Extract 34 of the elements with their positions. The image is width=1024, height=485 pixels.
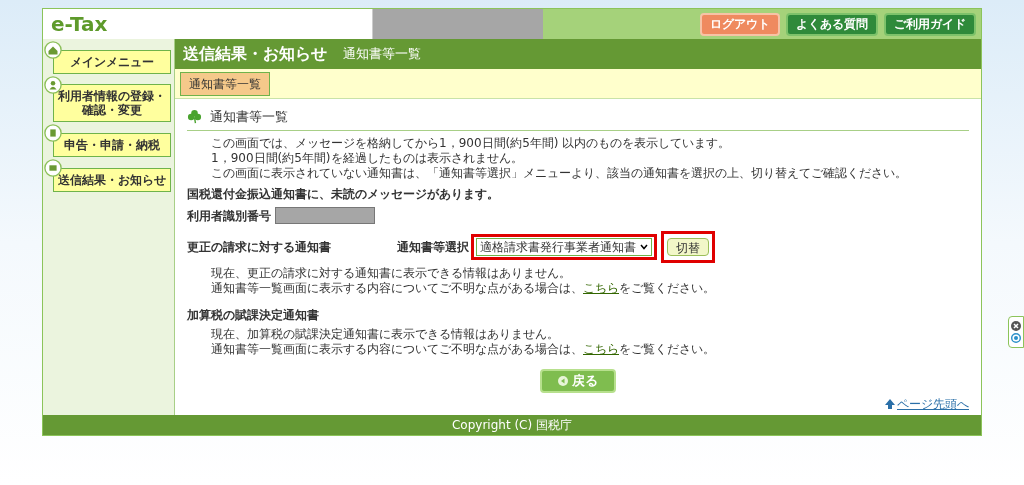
info-text: 現在、更正の請求に対する通知書に表示できる情報はありません。 [211, 265, 572, 281]
help-text: 通知書等一覧画面に表示する内容についてご不明な点がある場合は、こちら をご覧ください。 [211, 280, 716, 296]
section-heading: 通知書等一覧 [210, 108, 288, 126]
field-label: 利用者識別番号 [187, 207, 271, 225]
tab[interactable]: 通知書等一覧 [180, 71, 270, 96]
info-text: 現在、加算税の賦課決定通知書に表示できる情報はありません。 [211, 326, 560, 342]
intro-text: この画面では、メッセージを格納してから1，900日間(約5年間) 以内のものを表示しています。 [211, 135, 732, 151]
help-link[interactable]: こちら [583, 341, 619, 356]
up-arrow-icon [885, 398, 895, 409]
sidebar-button[interactable]: 申告・申請・納税 [53, 133, 171, 157]
group-title: 加算税の賦課決定通知書 [187, 306, 320, 324]
sidebar-button[interactable]: 送信結果・お知らせ [53, 168, 171, 192]
chevron-icon [640, 243, 648, 250]
switch-button[interactable]: 切替 [667, 237, 709, 256]
back-arrow-icon [558, 375, 568, 386]
nav-button[interactable]: ご利用ガイド [884, 12, 976, 36]
nav-button[interactable]: よくある質問 [786, 12, 878, 36]
clover-icon [187, 109, 202, 125]
footer: Copyright (C) 国税庁 [43, 414, 981, 435]
help-link[interactable]: こちら [583, 280, 619, 295]
page-top-link[interactable]: ページ先頭へ [897, 394, 969, 413]
close-icon[interactable] [1011, 321, 1021, 331]
notice-text: 国税還付金振込通知書に、未読のメッセージがあります。 [187, 185, 500, 203]
intro-text: 1，900日間(約5年間)を経過したものは表示されません。 [211, 150, 524, 166]
sidebar-button[interactable]: 利用者情報の登録・確認・変更 [53, 84, 171, 122]
help-text: 通知書等一覧画面に表示する内容についてご不明な点がある場合は、こちら をご覧ください。 [211, 341, 716, 357]
intro-text: この画面に表示されていない通知書は、「通知書等選択」メニューより、該当の通知書を選択の上、切り替えてご確認ください。 [211, 165, 908, 181]
select-field[interactable]: 適格請求書発行事業者通知書 [476, 237, 652, 256]
page-title: 送信結果・お知らせ [183, 43, 327, 65]
sidebar-button[interactable]: メインメニュー [53, 50, 171, 74]
page-subtitle: 通知書等一覧 [343, 45, 421, 64]
group-title: 更正の請求に対する通知書 [187, 238, 332, 256]
circle-icon[interactable] [1011, 333, 1021, 343]
select-label: 通知書等選択 [397, 238, 469, 256]
